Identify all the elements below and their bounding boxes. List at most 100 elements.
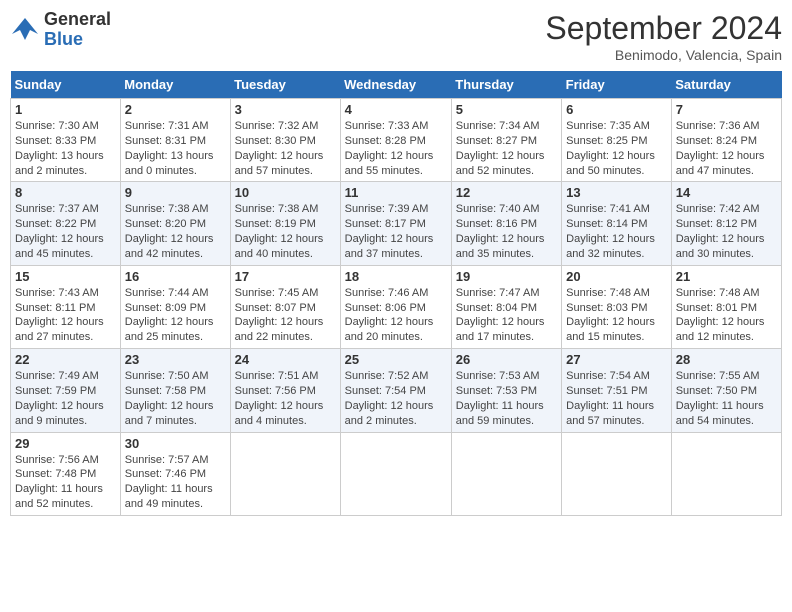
calendar-cell: 8 Sunrise: 7:37 AM Sunset: 8:22 PM Dayli… — [11, 182, 121, 265]
day-number: 30 — [125, 436, 226, 451]
day-info: Sunrise: 7:52 AM Sunset: 7:54 PM Dayligh… — [345, 369, 447, 428]
day-number: 5 — [456, 102, 557, 117]
day-number: 29 — [15, 436, 116, 451]
day-number: 26 — [456, 352, 557, 367]
day-number: 21 — [676, 269, 777, 284]
day-number: 7 — [676, 102, 777, 117]
calendar-cell: 18 Sunrise: 7:46 AM Sunset: 8:06 PM Dayl… — [340, 265, 451, 348]
calendar-cell — [451, 432, 561, 515]
calendar-cell — [340, 432, 451, 515]
calendar-cell: 26 Sunrise: 7:53 AM Sunset: 7:53 PM Dayl… — [451, 349, 561, 432]
calendar-cell: 12 Sunrise: 7:40 AM Sunset: 8:16 PM Dayl… — [451, 182, 561, 265]
day-info: Sunrise: 7:30 AM Sunset: 8:33 PM Dayligh… — [15, 119, 116, 178]
day-info: Sunrise: 7:46 AM Sunset: 8:06 PM Dayligh… — [345, 286, 447, 345]
page-header: General Blue September 2024 Benimodo, Va… — [10, 10, 782, 63]
day-number: 8 — [15, 185, 116, 200]
calendar-cell: 14 Sunrise: 7:42 AM Sunset: 8:12 PM Dayl… — [671, 182, 781, 265]
day-info: Sunrise: 7:38 AM Sunset: 8:19 PM Dayligh… — [235, 202, 336, 261]
col-tuesday: Tuesday — [230, 71, 340, 99]
calendar-cell: 11 Sunrise: 7:39 AM Sunset: 8:17 PM Dayl… — [340, 182, 451, 265]
col-saturday: Saturday — [671, 71, 781, 99]
day-number: 28 — [676, 352, 777, 367]
header-row: Sunday Monday Tuesday Wednesday Thursday… — [11, 71, 782, 99]
calendar-cell — [230, 432, 340, 515]
calendar-cell: 2 Sunrise: 7:31 AM Sunset: 8:31 PM Dayli… — [120, 99, 230, 182]
day-number: 18 — [345, 269, 447, 284]
day-info: Sunrise: 7:55 AM Sunset: 7:50 PM Dayligh… — [676, 369, 777, 428]
day-number: 4 — [345, 102, 447, 117]
day-number: 27 — [566, 352, 667, 367]
day-number: 10 — [235, 185, 336, 200]
day-number: 2 — [125, 102, 226, 117]
day-number: 9 — [125, 185, 226, 200]
col-monday: Monday — [120, 71, 230, 99]
day-info: Sunrise: 7:34 AM Sunset: 8:27 PM Dayligh… — [456, 119, 557, 178]
day-number: 14 — [676, 185, 777, 200]
calendar-cell: 16 Sunrise: 7:44 AM Sunset: 8:09 PM Dayl… — [120, 265, 230, 348]
day-number: 1 — [15, 102, 116, 117]
calendar-cell: 22 Sunrise: 7:49 AM Sunset: 7:59 PM Dayl… — [11, 349, 121, 432]
calendar-cell: 15 Sunrise: 7:43 AM Sunset: 8:11 PM Dayl… — [11, 265, 121, 348]
month-title: September 2024 — [545, 10, 782, 47]
calendar-week-1: 1 Sunrise: 7:30 AM Sunset: 8:33 PM Dayli… — [11, 99, 782, 182]
col-friday: Friday — [562, 71, 672, 99]
logo: General Blue — [10, 10, 111, 50]
calendar-cell: 13 Sunrise: 7:41 AM Sunset: 8:14 PM Dayl… — [562, 182, 672, 265]
day-number: 16 — [125, 269, 226, 284]
day-number: 17 — [235, 269, 336, 284]
calendar-cell: 20 Sunrise: 7:48 AM Sunset: 8:03 PM Dayl… — [562, 265, 672, 348]
day-info: Sunrise: 7:43 AM Sunset: 8:11 PM Dayligh… — [15, 286, 116, 345]
day-info: Sunrise: 7:44 AM Sunset: 8:09 PM Dayligh… — [125, 286, 226, 345]
day-info: Sunrise: 7:33 AM Sunset: 8:28 PM Dayligh… — [345, 119, 447, 178]
calendar-cell: 23 Sunrise: 7:50 AM Sunset: 7:58 PM Dayl… — [120, 349, 230, 432]
day-info: Sunrise: 7:50 AM Sunset: 7:58 PM Dayligh… — [125, 369, 226, 428]
day-number: 13 — [566, 185, 667, 200]
day-info: Sunrise: 7:36 AM Sunset: 8:24 PM Dayligh… — [676, 119, 777, 178]
calendar-cell: 19 Sunrise: 7:47 AM Sunset: 8:04 PM Dayl… — [451, 265, 561, 348]
title-block: September 2024 Benimodo, Valencia, Spain — [545, 10, 782, 63]
day-info: Sunrise: 7:47 AM Sunset: 8:04 PM Dayligh… — [456, 286, 557, 345]
calendar-cell: 4 Sunrise: 7:33 AM Sunset: 8:28 PM Dayli… — [340, 99, 451, 182]
day-number: 25 — [345, 352, 447, 367]
calendar-cell: 21 Sunrise: 7:48 AM Sunset: 8:01 PM Dayl… — [671, 265, 781, 348]
calendar-cell: 27 Sunrise: 7:54 AM Sunset: 7:51 PM Dayl… — [562, 349, 672, 432]
day-info: Sunrise: 7:49 AM Sunset: 7:59 PM Dayligh… — [15, 369, 116, 428]
day-number: 12 — [456, 185, 557, 200]
day-number: 15 — [15, 269, 116, 284]
col-thursday: Thursday — [451, 71, 561, 99]
col-sunday: Sunday — [11, 71, 121, 99]
calendar-cell: 17 Sunrise: 7:45 AM Sunset: 8:07 PM Dayl… — [230, 265, 340, 348]
day-info: Sunrise: 7:56 AM Sunset: 7:48 PM Dayligh… — [15, 453, 116, 512]
location: Benimodo, Valencia, Spain — [545, 47, 782, 63]
day-info: Sunrise: 7:57 AM Sunset: 7:46 PM Dayligh… — [125, 453, 226, 512]
calendar-cell: 24 Sunrise: 7:51 AM Sunset: 7:56 PM Dayl… — [230, 349, 340, 432]
day-number: 22 — [15, 352, 116, 367]
day-info: Sunrise: 7:54 AM Sunset: 7:51 PM Dayligh… — [566, 369, 667, 428]
calendar-cell: 10 Sunrise: 7:38 AM Sunset: 8:19 PM Dayl… — [230, 182, 340, 265]
day-info: Sunrise: 7:48 AM Sunset: 8:03 PM Dayligh… — [566, 286, 667, 345]
day-number: 3 — [235, 102, 336, 117]
day-info: Sunrise: 7:39 AM Sunset: 8:17 PM Dayligh… — [345, 202, 447, 261]
day-number: 20 — [566, 269, 667, 284]
day-info: Sunrise: 7:41 AM Sunset: 8:14 PM Dayligh… — [566, 202, 667, 261]
calendar-week-3: 15 Sunrise: 7:43 AM Sunset: 8:11 PM Dayl… — [11, 265, 782, 348]
day-info: Sunrise: 7:37 AM Sunset: 8:22 PM Dayligh… — [15, 202, 116, 261]
calendar-week-4: 22 Sunrise: 7:49 AM Sunset: 7:59 PM Dayl… — [11, 349, 782, 432]
day-info: Sunrise: 7:35 AM Sunset: 8:25 PM Dayligh… — [566, 119, 667, 178]
calendar-week-5: 29 Sunrise: 7:56 AM Sunset: 7:48 PM Dayl… — [11, 432, 782, 515]
calendar-cell: 30 Sunrise: 7:57 AM Sunset: 7:46 PM Dayl… — [120, 432, 230, 515]
logo-text: General Blue — [44, 10, 111, 50]
day-number: 19 — [456, 269, 557, 284]
day-number: 23 — [125, 352, 226, 367]
day-info: Sunrise: 7:51 AM Sunset: 7:56 PM Dayligh… — [235, 369, 336, 428]
day-info: Sunrise: 7:53 AM Sunset: 7:53 PM Dayligh… — [456, 369, 557, 428]
day-number: 11 — [345, 185, 447, 200]
calendar-cell: 6 Sunrise: 7:35 AM Sunset: 8:25 PM Dayli… — [562, 99, 672, 182]
day-number: 6 — [566, 102, 667, 117]
calendar-cell: 28 Sunrise: 7:55 AM Sunset: 7:50 PM Dayl… — [671, 349, 781, 432]
calendar-cell: 5 Sunrise: 7:34 AM Sunset: 8:27 PM Dayli… — [451, 99, 561, 182]
col-wednesday: Wednesday — [340, 71, 451, 99]
calendar-cell: 3 Sunrise: 7:32 AM Sunset: 8:30 PM Dayli… — [230, 99, 340, 182]
calendar-cell: 9 Sunrise: 7:38 AM Sunset: 8:20 PM Dayli… — [120, 182, 230, 265]
day-info: Sunrise: 7:42 AM Sunset: 8:12 PM Dayligh… — [676, 202, 777, 261]
